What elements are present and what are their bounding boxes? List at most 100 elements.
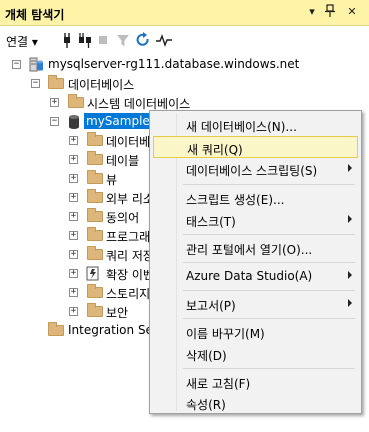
expand-toggle-icon[interactable]: +: [69, 288, 78, 297]
connect-dropdown-button[interactable]: 연결 ▾: [6, 33, 38, 50]
connect-plug-icon[interactable]: [58, 31, 76, 49]
submenu-arrow-icon: [348, 215, 352, 223]
submenu-arrow-icon: [348, 271, 352, 279]
database-icon: [67, 114, 83, 129]
menu-item-label: 새 데이터베이스(N)...: [186, 120, 297, 134]
window-options-dropdown-icon[interactable]: ▾: [304, 4, 320, 20]
menu-item-label: 삭제(D): [186, 349, 227, 363]
submenu-arrow-icon: [348, 299, 352, 307]
menu-item-label: Azure Data Studio(A): [186, 269, 313, 283]
expand-toggle-icon[interactable]: +: [69, 155, 78, 164]
menu-item-open-in-portal[interactable]: 관리 포털에서 열기(O)...: [153, 237, 358, 259]
expand-toggle-icon[interactable]: +: [69, 269, 78, 278]
object-explorer-titlebar: 개체 탐색기 ▾ ✕: [0, 0, 369, 26]
tree-node-child[interactable]: + 쿼리 저장: [0, 245, 154, 264]
auto-hide-pin-icon[interactable]: [322, 4, 338, 20]
menu-item-refresh[interactable]: 새로 고침(F): [153, 371, 358, 393]
menu-separator: [183, 318, 355, 319]
folder-icon: [87, 227, 103, 241]
tree-node-child[interactable]: + 뷰: [0, 169, 150, 188]
expand-toggle-icon[interactable]: +: [69, 212, 78, 221]
server-name: mysqlserver-rg111.database.windows.net: [48, 57, 300, 71]
menu-separator: [183, 290, 355, 291]
collapse-toggle-icon[interactable]: −: [12, 60, 21, 69]
menu-item-azure-data-studio[interactable]: Azure Data Studio(A): [153, 265, 358, 287]
disconnect-plug-icon[interactable]: [76, 31, 94, 49]
child-label: 쿼리 저장: [106, 249, 154, 263]
window-title: 개체 탐색기: [5, 8, 65, 22]
activity-monitor-icon[interactable]: [155, 31, 173, 49]
extended-events-icon: [86, 266, 102, 281]
menu-item-label: 속성(R): [186, 398, 226, 412]
child-label: 외부 리소: [106, 192, 154, 206]
menu-item-label: 태스크(T): [186, 215, 236, 229]
child-label: 보안: [106, 306, 129, 320]
menu-separator: [183, 234, 355, 235]
menu-item-rename[interactable]: 이름 바꾸기(M): [153, 321, 358, 343]
expand-toggle-icon[interactable]: +: [69, 307, 78, 316]
menu-item-tasks[interactable]: 태스크(T): [153, 209, 358, 231]
stop-icon[interactable]: [94, 31, 112, 49]
object-explorer-toolbar: 연결 ▾: [0, 27, 369, 53]
child-label: 동의어: [106, 211, 140, 225]
menu-item-script-database[interactable]: 데이터베이스 스크립팅(S): [153, 158, 358, 180]
close-icon[interactable]: ✕: [344, 4, 360, 20]
collapse-toggle-icon[interactable]: −: [50, 117, 59, 126]
server-icon: [28, 57, 44, 72]
tree-node-child[interactable]: + 보안: [0, 302, 150, 321]
tree-node-child[interactable]: + 테이블: [0, 150, 150, 169]
child-label: 스토리지: [106, 287, 151, 301]
menu-separator: [183, 368, 355, 369]
menu-item-label: 관리 포털에서 열기(O)...: [186, 243, 313, 257]
expand-toggle-icon[interactable]: +: [69, 231, 78, 240]
tree-node-child[interactable]: + 확장 이벤: [0, 264, 154, 283]
menu-item-label: 새 쿼리(Q): [187, 143, 243, 157]
folder-icon: [87, 246, 103, 260]
child-label: 뷰: [106, 173, 118, 187]
databases-label: 데이터베이스: [68, 78, 135, 92]
tree-node-child[interactable]: + 동의어: [0, 207, 150, 226]
menu-item-new-query[interactable]: 새 쿼리(Q): [153, 136, 358, 158]
menu-item-generate-scripts[interactable]: 스크립트 생성(E)...: [153, 187, 358, 209]
menu-item-label: 이름 바꾸기(M): [186, 327, 265, 341]
tree-node-databases[interactable]: − 데이터베이스: [0, 74, 369, 93]
menu-separator: [183, 262, 355, 263]
tree-node-server[interactable]: − mysqlserver-rg111.database.windows.net: [0, 55, 369, 74]
context-menu: 새 데이터베이스(N)... 새 쿼리(Q) 데이터베이스 스크립팅(S) 스크…: [149, 110, 362, 414]
menu-item-reports[interactable]: 보고서(P): [153, 293, 358, 315]
submenu-arrow-icon: [348, 164, 352, 172]
tree-node-child[interactable]: + 프로그래밍: [0, 226, 161, 245]
folder-icon: [68, 94, 84, 108]
tree-node-child[interactable]: + 스토리지: [0, 283, 150, 302]
menu-separator: [183, 184, 355, 185]
menu-item-label: 데이터베이스 스크립팅(S): [186, 164, 318, 178]
collapse-toggle-icon[interactable]: −: [31, 79, 40, 88]
menu-item-new-database[interactable]: 새 데이터베이스(N)...: [153, 114, 358, 136]
folder-icon: [87, 284, 103, 298]
child-label: 확장 이벤: [106, 268, 154, 282]
folder-icon: [87, 132, 103, 146]
expand-toggle-icon[interactable]: +: [69, 136, 78, 145]
expand-toggle-icon[interactable]: +: [69, 193, 78, 202]
menu-item-delete[interactable]: 삭제(D): [153, 343, 358, 365]
refresh-icon[interactable]: [134, 31, 152, 49]
folder-icon: [48, 75, 64, 89]
folder-icon: [87, 151, 103, 165]
tree-node-child[interactable]: + 외부 리소: [0, 188, 154, 207]
folder-icon: [87, 208, 103, 222]
expand-toggle-icon[interactable]: +: [69, 250, 78, 259]
folder-icon: [87, 170, 103, 184]
menu-item-label: 보고서(P): [186, 299, 236, 313]
child-label: 테이블: [106, 154, 140, 168]
menu-item-label: 스크립트 생성(E)...: [186, 193, 285, 207]
folder-icon: [48, 322, 64, 336]
folder-icon: [87, 303, 103, 317]
tree-node-integration-services[interactable]: Integration Servi: [0, 321, 168, 340]
menu-item-properties[interactable]: 속성(R): [153, 392, 358, 414]
connect-label: 연결: [6, 35, 29, 49]
expand-toggle-icon[interactable]: +: [69, 174, 78, 183]
expand-toggle-icon[interactable]: +: [50, 98, 59, 107]
menu-item-label: 새로 고침(F): [186, 377, 251, 391]
tree-node-child[interactable]: + 데이터베이: [0, 131, 161, 150]
filter-icon[interactable]: [114, 31, 132, 49]
